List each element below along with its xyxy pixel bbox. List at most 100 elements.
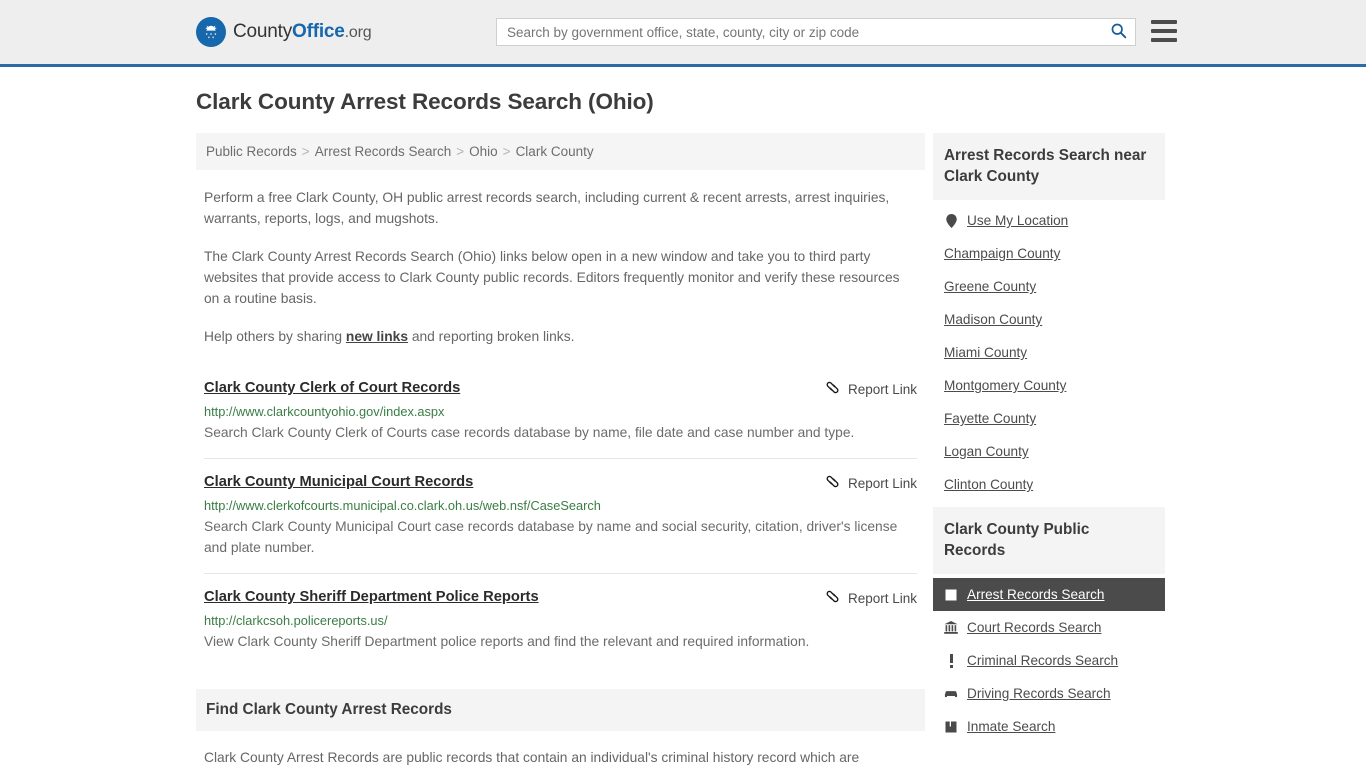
result-item: Clark County Clerk of Court Records Repo…: [204, 365, 917, 458]
sidebar-item-label: Champaign County: [944, 246, 1061, 261]
public-records-list: Arrest Records Search Court Records Sear…: [933, 574, 1165, 743]
sidebar-item-montgomery-county[interactable]: Montgomery County: [933, 369, 1165, 402]
sidebar-item-madison-county[interactable]: Madison County: [933, 303, 1165, 336]
public-records-title: Clark County Public Records: [933, 507, 1165, 574]
brand-part-county: County: [233, 21, 293, 42]
sidebar-item-label: Use My Location: [967, 213, 1069, 228]
site-header: CountyOffice.org: [0, 0, 1366, 67]
find-records-body: Clark County Arrest Records are public r…: [196, 747, 925, 768]
results-list: Clark County Clerk of Court Records Repo…: [196, 365, 925, 667]
result-header: Clark County Municipal Court Records Rep…: [204, 473, 917, 492]
new-links-link[interactable]: new links: [346, 329, 408, 344]
breadcrumb-item-public-records[interactable]: Public Records: [206, 144, 297, 159]
sidebar-item-use-my-location[interactable]: Use My Location: [933, 204, 1165, 237]
search-input[interactable]: [497, 19, 1101, 45]
breadcrumb-item-arrest-records-search[interactable]: Arrest Records Search: [315, 144, 452, 159]
site-logo[interactable]: CountyOffice.org: [196, 17, 372, 47]
result-header: Clark County Clerk of Court Records Repo…: [204, 379, 917, 398]
car-icon: [944, 687, 958, 701]
report-link-label: Report Link: [847, 475, 917, 491]
breadcrumb-separator: >: [301, 144, 310, 159]
hamburger-menu-icon[interactable]: [1151, 20, 1177, 42]
result-title-link[interactable]: Clark County Sheriff Department Police R…: [204, 588, 539, 606]
result-title-link[interactable]: Clark County Municipal Court Records: [204, 473, 473, 491]
sidebar-item-label: Clinton County: [944, 477, 1034, 492]
breadcrumb-separator: >: [502, 144, 511, 159]
page-container: Clark County Arrest Records Search (Ohio…: [0, 89, 1366, 768]
breadcrumb: Public Records > Arrest Records Search > Ohi…: [196, 133, 925, 170]
sidebar-item-label: Madison County: [944, 312, 1043, 327]
search-button[interactable]: [1101, 19, 1135, 45]
sidebar-item-greene-county[interactable]: Greene County: [933, 270, 1165, 303]
find-records-title: Find Clark County Arrest Records: [196, 689, 925, 731]
sidebar-item-clinton-county[interactable]: Clinton County: [933, 468, 1165, 501]
brand-part-office: Office: [292, 21, 345, 42]
sidebar-item-driving-records-search[interactable]: Driving Records Search: [933, 677, 1165, 710]
courthouse-icon: [944, 621, 958, 635]
sidebar-item-label: Criminal Records Search: [967, 653, 1119, 668]
report-link-button[interactable]: Report Link: [825, 588, 917, 607]
sidebar-item-label: Fayette County: [944, 411, 1037, 426]
eagle-seal-logo: [196, 17, 226, 47]
sidebar-item-criminal-records-search[interactable]: Criminal Records Search: [933, 644, 1165, 677]
result-description: Search Clark County Municipal Court case…: [204, 519, 898, 555]
sidebar-item-label: Greene County: [944, 279, 1037, 294]
breadcrumb-item-ohio[interactable]: Ohio: [469, 144, 498, 159]
intro-text-before-link: Help others by sharing: [204, 329, 346, 344]
result-url[interactable]: http://www.clerkofcourts.municipal.co.cl…: [204, 498, 917, 513]
nearby-counties-list: Use My Location Champaign County Greene …: [933, 200, 1165, 501]
search-bar[interactable]: [496, 18, 1136, 46]
jail-icon: [944, 720, 958, 734]
intro-paragraph-3: Help others by sharing new links and rep…: [204, 326, 917, 347]
sidebar-item-label: Miami County: [944, 345, 1028, 360]
breadcrumb-separator: >: [456, 144, 465, 159]
sidebar-item-label: Inmate Search: [967, 719, 1056, 734]
public-records-box: Clark County Public Records Arrest Recor…: [933, 507, 1165, 743]
report-link-button[interactable]: Report Link: [825, 473, 917, 492]
map-pin-icon: [944, 213, 958, 228]
sidebar-item-inmate-search[interactable]: Inmate Search: [933, 710, 1165, 743]
sidebar-item-arrest-records-search[interactable]: Arrest Records Search: [933, 578, 1165, 611]
sidebar-item-label: Arrest Records Search: [967, 587, 1105, 602]
sidebar-item-label: Court Records Search: [967, 620, 1102, 635]
find-records-paragraph: Clark County Arrest Records are public r…: [204, 750, 860, 765]
result-header: Clark County Sheriff Department Police R…: [204, 588, 917, 607]
sidebar-item-label: Logan County: [944, 444, 1029, 459]
report-link-label: Report Link: [847, 381, 917, 397]
report-link-label: Report Link: [847, 590, 917, 606]
intro-section: Perform a free Clark County, OH public a…: [196, 187, 925, 347]
result-description: Search Clark County Clerk of Courts case…: [204, 425, 855, 440]
find-records-section: Find Clark County Arrest Records Clark C…: [196, 689, 925, 768]
result-description: View Clark County Sheriff Department pol…: [204, 634, 810, 649]
search-icon: [1110, 22, 1127, 42]
broken-link-icon: [825, 474, 840, 492]
handcuffs-icon: [944, 588, 958, 602]
sidebar-item-fayette-county[interactable]: Fayette County: [933, 402, 1165, 435]
main-content: Public Records > Arrest Records Search > Ohi…: [196, 133, 925, 768]
sidebar-item-logan-county[interactable]: Logan County: [933, 435, 1165, 468]
result-item: Clark County Municipal Court Records Rep…: [204, 458, 917, 573]
content-columns: Public Records > Arrest Records Search > Ohi…: [196, 133, 1170, 768]
sidebar-item-label: Montgomery County: [944, 378, 1067, 393]
nearby-counties-box: Arrest Records Search near Clark County …: [933, 133, 1165, 501]
brand-part-org: .org: [344, 24, 372, 41]
breadcrumb-item-clark-county[interactable]: Clark County: [516, 144, 594, 159]
sidebar-item-court-records-search[interactable]: Court Records Search: [933, 611, 1165, 644]
exclamation-icon: [944, 653, 958, 668]
report-link-button[interactable]: Report Link: [825, 379, 917, 398]
result-url[interactable]: http://clarkcsoh.policereports.us/: [204, 613, 917, 628]
broken-link-icon: [825, 380, 840, 398]
intro-paragraph-1: Perform a free Clark County, OH public a…: [204, 190, 890, 226]
intro-text-after-link: and reporting broken links.: [408, 329, 575, 344]
brand-wordmark: CountyOffice.org: [233, 21, 372, 43]
result-item: Clark County Sheriff Department Police R…: [204, 573, 917, 667]
sidebar-item-champaign-county[interactable]: Champaign County: [933, 237, 1165, 270]
intro-paragraph-2: The Clark County Arrest Records Search (…: [204, 249, 900, 306]
page-title: Clark County Arrest Records Search (Ohio…: [196, 89, 654, 114]
result-title-link[interactable]: Clark County Clerk of Court Records: [204, 379, 460, 397]
nearby-counties-title: Arrest Records Search near Clark County: [933, 133, 1165, 200]
sidebar-item-miami-county[interactable]: Miami County: [933, 336, 1165, 369]
sidebar: Arrest Records Search near Clark County …: [933, 133, 1165, 749]
result-url[interactable]: http://www.clarkcountyohio.gov/index.asp…: [204, 404, 917, 419]
broken-link-icon: [825, 589, 840, 607]
